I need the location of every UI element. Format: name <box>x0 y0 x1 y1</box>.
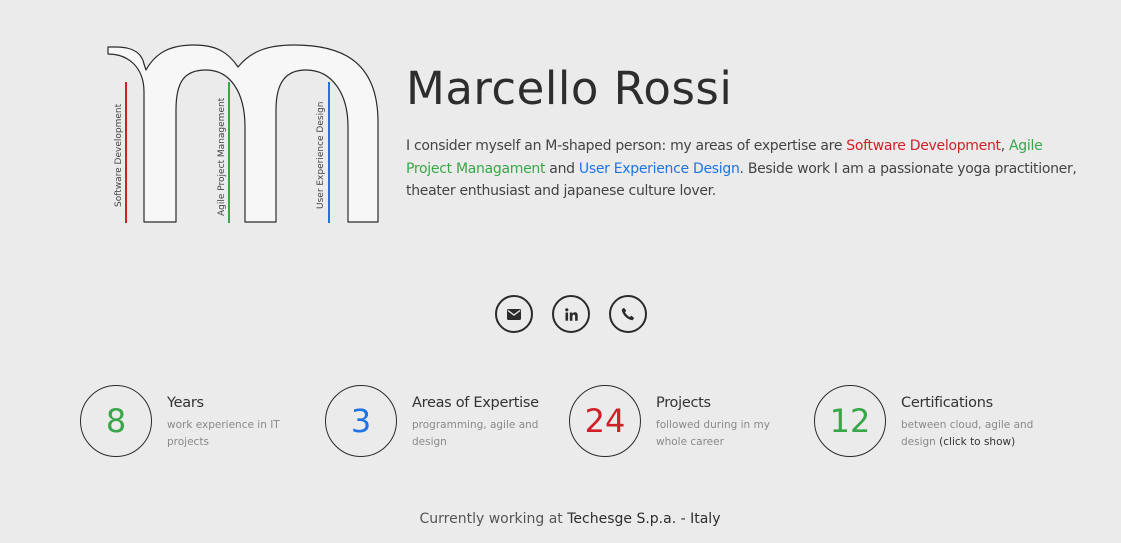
current-employer: Currently working at Techesge S.p.a. - I… <box>0 511 1121 527</box>
phone-button[interactable] <box>609 295 647 333</box>
envelope-icon <box>507 308 521 320</box>
stat-certifications: 12 Certifications between cloud, agile a… <box>814 385 1054 457</box>
profile-bio: I consider myself an M-shaped person: my… <box>406 135 1078 203</box>
bio-separator-1: , <box>1000 138 1010 154</box>
stat-areas-value: 3 <box>325 385 397 457</box>
stat-years-title: Years <box>167 395 204 411</box>
m-letter-shape <box>107 44 379 223</box>
m-logo-graphic: Software Development Agile Project Manag… <box>107 44 379 223</box>
stat-projects-description: followed during in my whole career <box>656 419 770 448</box>
stat-certifications-title: Certifications <box>901 395 993 411</box>
phone-icon <box>621 307 635 321</box>
profile-name: Marcello Rossi <box>406 62 733 115</box>
stat-projects-title: Projects <box>656 395 711 411</box>
stat-projects-value: 24 <box>569 385 641 457</box>
stat-areas-description: programming, agile and design <box>412 419 539 448</box>
stat-years: 8 Years work experience in IT projects <box>80 385 320 457</box>
bio-intro: I consider myself an M-shaped person: my… <box>406 138 847 154</box>
linkedin-button[interactable] <box>552 295 590 333</box>
show-certifications-link[interactable]: (click to show) <box>939 436 1015 448</box>
stat-certifications-value: 12 <box>814 385 886 457</box>
stat-years-description: work experience in IT projects <box>167 419 280 448</box>
stat-years-value: 8 <box>80 385 152 457</box>
email-button[interactable] <box>495 295 533 333</box>
stat-projects: 24 Projects followed during in my whole … <box>569 385 809 457</box>
stat-certifications-description: between cloud, agile and design (click t… <box>901 417 1046 451</box>
m-shaped-logo: Software Development Agile Project Manag… <box>106 42 381 226</box>
footer-prefix: Currently working at <box>419 511 568 527</box>
stat-areas-of-expertise: 3 Areas of Expertise programming, agile … <box>325 385 565 457</box>
stat-areas-title: Areas of Expertise <box>412 395 539 411</box>
expertise-user-experience-design: User Experience Design <box>578 160 740 177</box>
bio-separator-2: and <box>545 160 579 177</box>
contact-buttons <box>495 295 647 333</box>
expertise-software-development: Software Development <box>846 138 1001 154</box>
linkedin-icon <box>564 307 578 321</box>
company-name: Techesge S.p.a. - Italy <box>567 511 721 527</box>
logo-label-agile-project-management: Agile Project Management <box>217 97 227 216</box>
logo-label-user-experience-design: User Experience Design <box>316 102 326 210</box>
logo-label-software-development: Software Development <box>114 103 124 207</box>
